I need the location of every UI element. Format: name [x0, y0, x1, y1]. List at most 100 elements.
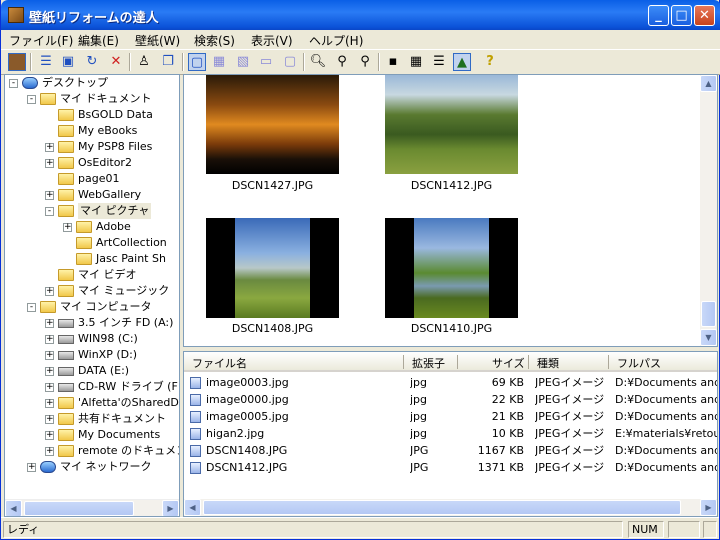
menu-help[interactable]: ヘルプ(H) [309, 32, 363, 49]
expand-toggle[interactable]: + [45, 159, 54, 168]
cell-type: JPEGイメージ [535, 393, 605, 406]
network-share-icon [58, 397, 74, 409]
column-header-fullpath[interactable]: フルパス [617, 355, 661, 371]
image-file-icon [190, 462, 201, 474]
cell-type: JPEGイメージ [535, 376, 605, 389]
expand-toggle[interactable]: + [63, 223, 72, 232]
close-button[interactable]: ✕ [694, 5, 715, 26]
tile-mode-icon[interactable]: ▦ [210, 53, 228, 71]
scroll-thumb[interactable] [701, 301, 716, 327]
menu-wallpaper[interactable]: 壁紙(W) [135, 32, 180, 49]
search-prev-icon[interactable]: ⚲ [356, 53, 374, 71]
expand-toggle[interactable]: + [45, 191, 54, 200]
collapse-toggle[interactable]: - [27, 303, 36, 312]
thumbnail-image[interactable] [206, 75, 339, 174]
delete-icon[interactable]: ✕ [107, 53, 125, 71]
search-next-icon[interactable]: ⚲ [333, 53, 351, 71]
expand-toggle[interactable]: + [45, 399, 54, 408]
cell-fullpath: D:¥Documents and S [615, 393, 717, 406]
refresh-icon[interactable]: ↻ [83, 53, 101, 71]
fit-mode-icon[interactable]: ▭ [257, 53, 275, 71]
folder-icon [58, 125, 74, 137]
tree-horizontal-scrollbar[interactable]: ◀ ▶ [5, 499, 179, 516]
stretch-mode-icon[interactable]: ▧ [234, 53, 252, 71]
scroll-thumb[interactable] [24, 501, 134, 516]
small-icons-icon[interactable]: ▦ [407, 53, 425, 71]
expand-toggle[interactable]: + [45, 367, 54, 376]
table-row[interactable]: DSCN1408.JPG JPG 1167 KB JPEGイメージ D:¥Documen… [184, 442, 717, 459]
expand-toggle[interactable]: + [45, 383, 54, 392]
wallpaper-icon[interactable] [8, 53, 26, 71]
folder-icon [58, 189, 74, 201]
help-icon[interactable]: ? [481, 53, 499, 71]
column-header-extension[interactable]: 拡張子 [412, 355, 445, 371]
folder-tree[interactable]: - デスクトップ - マイ ドキュメント BsGOLD Data My eBooks + My… [4, 74, 180, 517]
table-row[interactable]: DSCN1412.JPG JPG 1371 KB JPEGイメージ D:¥Documen… [184, 459, 717, 476]
scroll-up-button[interactable]: ▲ [700, 75, 717, 92]
thumbnail-vertical-scrollbar[interactable]: ▲ ▼ [700, 75, 717, 346]
collapse-toggle[interactable]: - [27, 95, 36, 104]
table-row[interactable]: higan2.jpg jpg 10 KB JPEGイメージ E:¥materials¥r… [184, 425, 717, 442]
cell-size: 10 KB [491, 427, 524, 440]
thumbnail-view-icon[interactable]: ▲ [453, 53, 471, 71]
scroll-thumb[interactable] [203, 500, 681, 515]
maximize-button[interactable]: □ [671, 5, 692, 26]
cell-fullpath: D:¥Documents and S [615, 444, 717, 457]
tree-icon[interactable]: ♙ [135, 53, 153, 71]
scroll-down-button[interactable]: ▼ [700, 329, 717, 346]
scroll-right-button[interactable]: ▶ [162, 500, 179, 516]
expand-toggle[interactable]: + [45, 335, 54, 344]
scroll-left-button[interactable]: ◀ [5, 500, 22, 516]
tree-node-label: CD-RW ドライブ (F [78, 380, 178, 393]
minimize-button[interactable]: _ [648, 5, 669, 26]
title-bar[interactable]: 壁紙リフォームの達人 _ □ ✕ [1, 0, 720, 30]
status-bar: レディ NUM [1, 517, 719, 539]
cell-size: 1371 KB [477, 461, 524, 474]
center-icon[interactable]: ▣ [59, 53, 77, 71]
menu-view[interactable]: 表示(V) [251, 32, 293, 49]
my-network-icon [40, 461, 56, 473]
scroll-left-button[interactable]: ◀ [184, 499, 201, 516]
center-mode-icon[interactable]: ▢ [188, 53, 206, 71]
thumbnail-pane[interactable]: DSCN1427.JPG DSCN1412.JPG DSCN1408.JPG D… [183, 74, 718, 347]
copy-icon[interactable]: ❐ [159, 53, 177, 71]
tree-node-label: 'Alfetta'のSharedDo [78, 396, 180, 409]
details-icon[interactable]: ☰ [430, 53, 448, 71]
desktop-icon [22, 77, 38, 89]
cell-extension: jpg [410, 376, 428, 389]
thumbnail-caption: DSCN1410.JPG [410, 322, 493, 335]
column-header-filename[interactable]: ファイル名 [192, 355, 247, 371]
file-list[interactable]: ファイル名 拡張子 サイズ 種類 フルパス image0003.jpg jpg 69… [183, 351, 718, 517]
magnifier-icon[interactable]: 🔍︎ [309, 53, 327, 71]
menu-edit[interactable]: 編集(E) [78, 32, 119, 49]
scroll-right-button[interactable]: ▶ [700, 499, 717, 516]
thumbnail-image[interactable] [385, 75, 518, 174]
expand-toggle[interactable]: + [45, 143, 54, 152]
fill-mode-icon[interactable]: ▢ [281, 53, 299, 71]
table-row[interactable]: image0003.jpg jpg 69 KB JPEGイメージ D:¥Document… [184, 374, 717, 391]
collapse-toggle[interactable]: - [45, 207, 54, 216]
menu-bar: ファイル(F) 編集(E) 壁紙(W) 検索(S) 表示(V) ヘルプ(H) [1, 30, 720, 49]
large-icons-icon[interactable]: ▪ [384, 53, 402, 71]
list-view-icon[interactable]: ☰ [37, 53, 55, 71]
expand-toggle[interactable]: + [45, 319, 54, 328]
menu-search[interactable]: 検索(S) [194, 32, 235, 49]
table-row[interactable]: image0005.jpg jpg 21 KB JPEGイメージ D:¥Document… [184, 408, 717, 425]
expand-toggle[interactable]: + [45, 351, 54, 360]
expand-toggle[interactable]: + [45, 447, 54, 456]
thumbnail-image[interactable] [385, 218, 518, 318]
column-header-size[interactable]: サイズ [492, 355, 525, 371]
file-list-horizontal-scrollbar[interactable]: ◀ ▶ [184, 499, 717, 516]
menu-file[interactable]: ファイル(F) [9, 32, 73, 49]
thumbnail-image[interactable] [206, 218, 339, 318]
collapse-toggle[interactable]: - [9, 79, 18, 88]
column-header-type[interactable]: 種類 [537, 355, 559, 371]
folder-icon [58, 141, 74, 153]
table-row[interactable]: image0000.jpg jpg 22 KB JPEGイメージ D:¥Document… [184, 391, 717, 408]
expand-toggle[interactable]: + [27, 463, 36, 472]
expand-toggle[interactable]: + [45, 415, 54, 424]
expand-toggle[interactable]: + [45, 287, 54, 296]
expand-toggle[interactable]: + [45, 431, 54, 440]
size-grip[interactable] [703, 521, 717, 538]
tree-node-label: マイ ドキュメント [60, 92, 152, 105]
